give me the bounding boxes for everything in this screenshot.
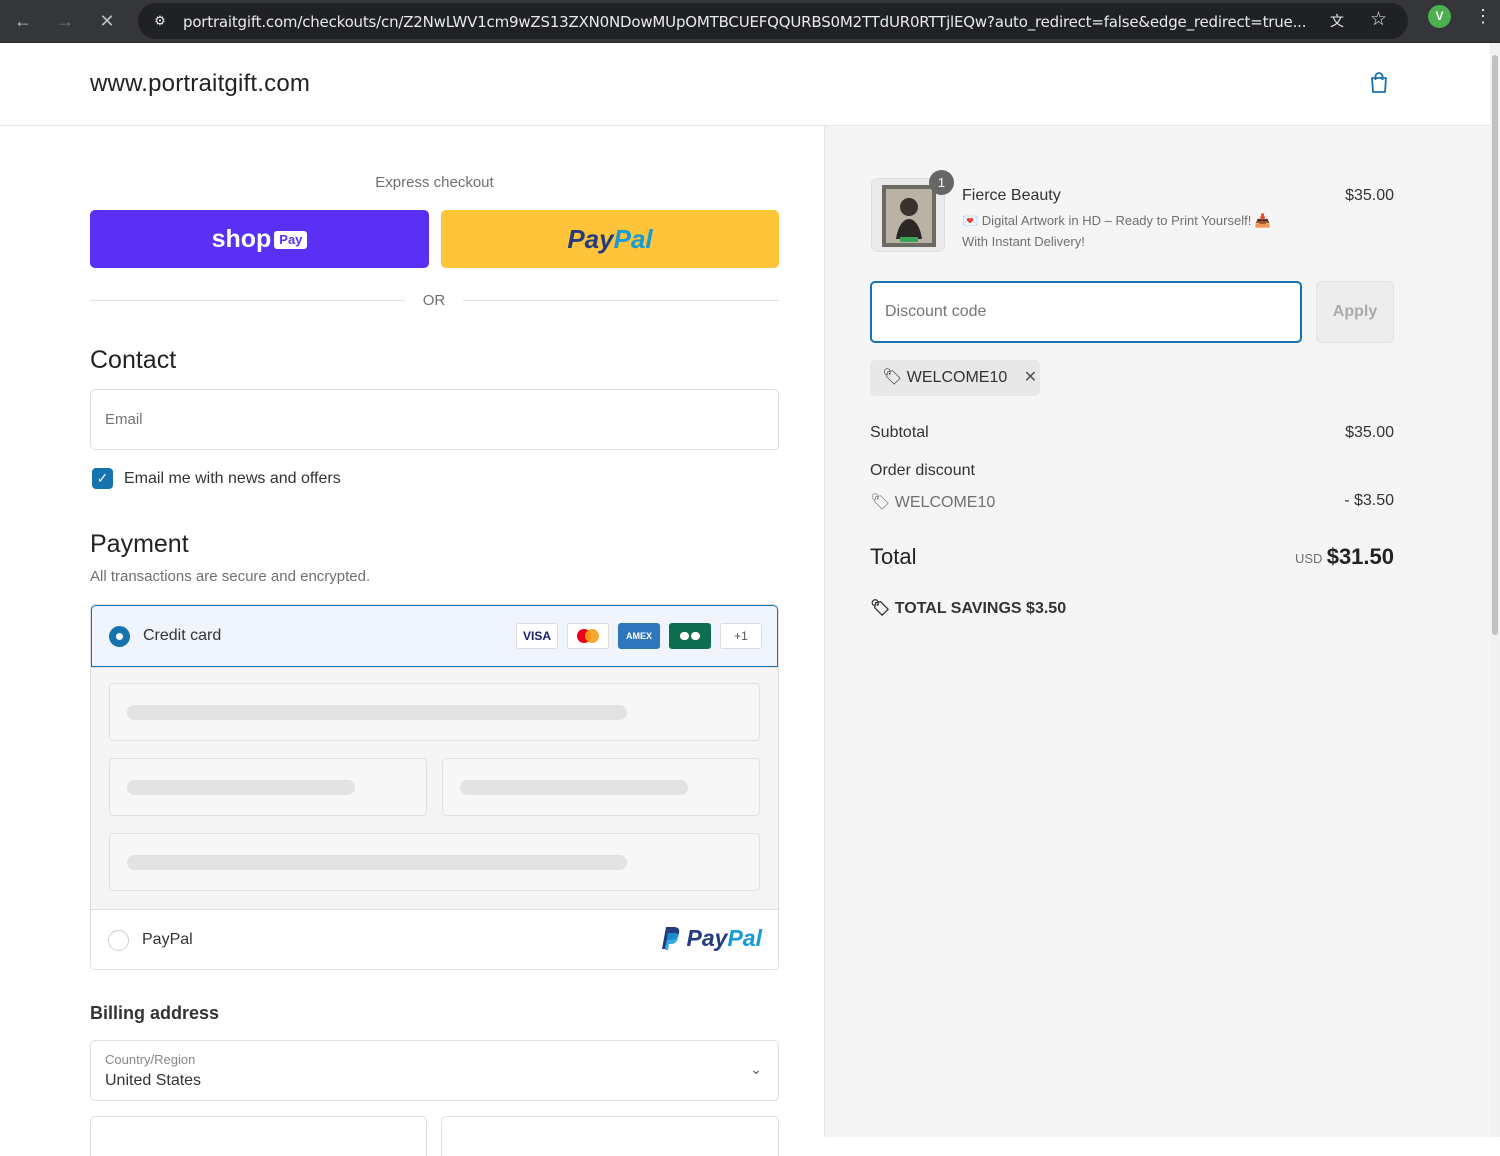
shop-header: www.portraitgift.com [0, 43, 1490, 126]
shop-pay-chip: Pay [274, 231, 308, 250]
paypal-label: PayPal [142, 931, 193, 948]
credit-card-radio[interactable] [109, 626, 130, 647]
total-value: $31.50 [1326, 544, 1394, 569]
discount-code-row: 🏷 WELCOME10 - $3.50 [870, 492, 1394, 512]
first-name-field[interactable] [90, 1116, 427, 1156]
discount-code-input[interactable] [870, 281, 1302, 343]
paypal-p-icon [662, 927, 680, 950]
address-bar[interactable]: ⚙ portraitgift.com/checkouts/cn/Z2NwLWV1… [138, 3, 1408, 39]
stop-loading-icon[interactable]: ✕ [92, 6, 122, 36]
paypal-logo: PayPal [658, 925, 762, 952]
shopping-bag-icon[interactable] [1367, 71, 1391, 95]
visa-icon: VISA [516, 623, 558, 649]
express-checkout-title: Express checkout [375, 174, 494, 191]
paypal-logo-pal: Pal [727, 925, 762, 951]
amex-icon: AMEX [618, 623, 660, 649]
site-info-icon[interactable]: ⚙ [150, 11, 170, 31]
paypal-logo-pay: Pay [686, 925, 728, 951]
name-on-card-skeleton [109, 833, 760, 891]
applied-code: WELCOME10 [906, 369, 1008, 386]
chevron-down-icon: ⌄ [750, 1061, 762, 1077]
bookmark-star-icon[interactable]: ☆ [1370, 8, 1387, 31]
payment-heading: Payment [90, 530, 189, 558]
browser-menu-icon[interactable]: ⋮ [1474, 6, 1492, 27]
url-text[interactable]: portraitgift.com/checkouts/cn/Z2NwLWV1cm… [183, 13, 1313, 31]
billing-heading: Billing address [90, 1003, 220, 1023]
newsletter-checkbox[interactable]: ✓ [92, 468, 113, 489]
applied-discount-chip: 🏷 WELCOME10 ✕ [870, 360, 1040, 396]
product-price: $35.00 [1345, 187, 1394, 204]
tag-icon: 🏷 [882, 369, 903, 386]
country-value: United States [105, 1072, 202, 1089]
scrollbar-thumb[interactable] [1492, 55, 1498, 635]
card-fields-loading [91, 667, 778, 909]
shop-pay-button[interactable]: shop Pay [90, 210, 429, 268]
paypal-wordmark-pay: Pay [567, 224, 614, 254]
credit-card-option[interactable]: Credit card VISA AMEX +1 [91, 605, 778, 667]
browser-toolbar: ← → ✕ ⚙ portraitgift.com/checkouts/cn/Z2… [0, 0, 1500, 43]
forward-arrow-icon[interactable]: → [50, 6, 80, 36]
product-description-line: With Instant Delivery! [962, 234, 1085, 249]
payment-methods: Credit card VISA AMEX +1 PayPal PayPal [90, 604, 779, 970]
credit-card-label: Credit card [143, 627, 222, 644]
country-select[interactable]: Country/Region United States ⌄ [90, 1040, 779, 1101]
shop-name-link[interactable]: www.portraitgift.com [90, 70, 310, 98]
paypal-express-button[interactable]: PayPal [441, 210, 779, 268]
translate-icon[interactable]: 文 [1330, 11, 1344, 31]
order-discount-label: Order discount [870, 462, 975, 479]
currency-code: USD [1295, 551, 1323, 566]
savings-value: $3.50 [1026, 600, 1067, 617]
payment-subtitle: All transactions are secure and encrypte… [90, 568, 371, 585]
savings-tag-icon: 🏷 [870, 600, 891, 617]
subtotal-value: $35.00 [1345, 424, 1394, 441]
contact-heading: Contact [90, 346, 177, 374]
card-number-skeleton [109, 683, 760, 741]
savings-label: TOTAL SAVINGS [894, 600, 1022, 617]
profile-avatar[interactable]: V [1428, 5, 1451, 28]
last-name-field[interactable] [441, 1116, 779, 1156]
mastercard-icon [567, 623, 609, 649]
discover-icon [669, 623, 711, 649]
product-description-line: 💌 Digital Artwork in HD – Ready to Print… [962, 213, 1272, 228]
expiry-skeleton [109, 758, 427, 816]
newsletter-label[interactable]: Email me with news and offers [124, 470, 341, 488]
cvv-skeleton [442, 758, 760, 816]
shop-pay-wordmark: shop [211, 225, 272, 253]
page-scrollbar[interactable] [1490, 43, 1500, 1137]
more-cards-badge: +1 [720, 623, 762, 649]
order-discount-row: Order discount [870, 462, 1394, 480]
product-description: 💌 Digital Artwork in HD – Ready to Print… [962, 210, 1312, 252]
product-name: Fierce Beauty [962, 187, 1061, 204]
remove-discount-icon[interactable]: ✕ [1024, 369, 1037, 386]
order-summary: 1 Fierce Beauty 💌 Digital Artwork in HD … [824, 126, 1490, 1137]
or-separator: OR [405, 292, 463, 309]
paypal-radio[interactable] [108, 930, 129, 951]
checkout-main: Express checkout shop Pay PayPal OR Conta… [0, 126, 824, 1156]
paypal-option[interactable]: PayPal PayPal [91, 909, 778, 969]
discount-code-label: WELCOME10 [894, 494, 996, 511]
tag-icon: 🏷 [870, 494, 891, 511]
email-field[interactable] [90, 389, 779, 450]
paypal-wordmark-pal: Pal [613, 224, 653, 254]
back-arrow-icon[interactable]: ← [8, 6, 38, 36]
subtotal-label: Subtotal [870, 424, 929, 441]
apply-button[interactable]: Apply [1316, 281, 1394, 343]
discount-value: - $3.50 [1344, 492, 1394, 509]
country-label: Country/Region [105, 1052, 196, 1067]
total-label: Total [870, 544, 917, 569]
quantity-badge: 1 [929, 170, 954, 195]
total-savings: 🏷 TOTAL SAVINGS $3.50 [870, 598, 1066, 618]
subtotal-row: Subtotal $35.00 [870, 424, 1394, 442]
